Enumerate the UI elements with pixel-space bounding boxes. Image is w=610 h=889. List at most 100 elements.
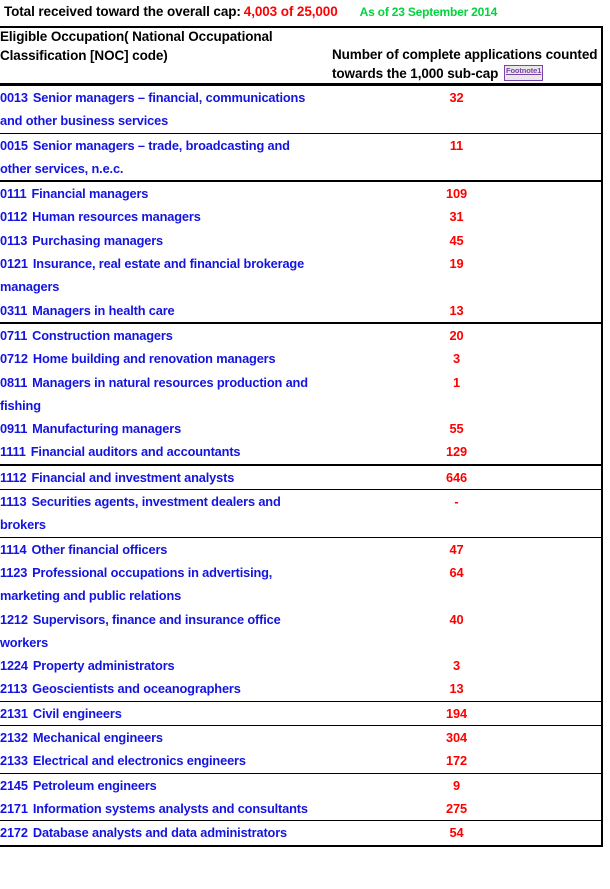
table-row: 0712 Home building and renovation manager… [0,347,603,371]
table-row: 0112 Human resources managers 31 [0,205,603,229]
column-header-count: Number of complete applications counted … [312,27,603,85]
occupation-cell: 2171 Information systems analysts and con… [0,796,312,822]
occupation-cell: 0911 Manufacturing managers [0,417,312,440]
application-count-cell: 129 [312,440,603,466]
table-row: 0711 Construction managers 20 [0,322,603,348]
occupation-title: Financial auditors and accountants [30,444,241,460]
occupation-cell: 0121 Insurance, real estate and financial… [0,252,312,299]
application-count-cell: 3 [312,347,603,371]
noc-code: 1113 [0,494,27,510]
column-header-occupation: Eligible Occupation( National Occupation… [0,29,273,63]
table-row: 0113 Purchasing managers 45 [0,228,603,253]
application-count-cell: 45 [312,228,603,253]
occupation-title: Mechanical engineers [32,730,163,746]
occupation-title: Information systems analysts and consult… [32,800,308,816]
column-header-count-text: Number of complete applications counted … [332,47,598,81]
noc-code: 0015 [0,137,28,153]
noc-code: 0112 [0,209,28,225]
application-count-cell: 54 [312,820,603,847]
application-count-cell: 40 [312,607,603,655]
occupation-title: Securities agents, investment dealers an… [0,494,281,533]
occupation-cell: 2113 Geoscientists and oceanographers [0,677,312,702]
occupation-cell: 1113 Securities agents, investment dealer… [0,489,312,538]
application-count-cell: 11 [312,133,603,183]
occupation-cell: 2145 Petroleum engineers [0,773,312,797]
occupation-cell: 1224 Property administrators [0,654,312,677]
application-count-cell: 13 [312,677,603,702]
application-count-cell: 3 [312,654,603,678]
noc-code: 1111 [0,444,26,460]
table-row: 1114 Other financial officers 47 [0,537,603,561]
occupation-cell: 2133 Electrical and electronics engineers [0,749,312,774]
occupation-title: Manufacturing managers [32,421,182,437]
table-row: 2131 Civil engineers 194 [0,701,603,727]
application-count-cell: 20 [312,322,603,348]
occupation-cell: 0112 Human resources managers [0,205,312,228]
application-count-cell: 47 [312,537,603,561]
noc-code: 0311 [0,302,28,318]
table-row: 1224 Property administrators 3 [0,654,603,678]
occupation-cell: 0711 Construction managers [0,323,312,347]
table-row: 1113 Securities agents, investment dealer… [0,489,603,538]
application-count-cell: 55 [312,417,603,441]
occupation-cell: 2131 Civil engineers [0,701,312,727]
cap-summary-total: 4,003 of 25,000 [243,4,338,19]
occupation-title: Electrical and electronics engineers [32,753,246,769]
noc-code: 2113 [0,681,28,697]
occupation-title: Supervisors, finance and insurance offic… [0,611,281,650]
application-count-cell: 1 [312,370,603,418]
noc-code: 0711 [0,327,28,343]
table-row: 2133 Electrical and electronics engineers… [0,749,603,774]
noc-code: 0121 [0,256,28,272]
noc-code: 0712 [0,351,28,367]
occupation-cell: 1123 Professional occupations in advertis… [0,561,312,608]
occupation-cell: 0311 Managers in health care [0,298,312,324]
noc-code: 2145 [0,777,28,793]
application-count-cell: 172 [312,749,603,774]
occupation-title: Professional occupations in advertising,… [0,564,273,604]
application-count-cell: 304 [312,725,603,750]
application-count-cell: 9 [312,773,603,797]
noc-code: 2131 [0,705,28,721]
table-row: 2145 Petroleum engineers 9 [0,773,603,797]
occupation-cell: 1111 Financial auditors and accountants [0,440,312,466]
table-row: 0013 Senior managers – financial, communi… [0,84,603,134]
occupation-cell: 0811 Managers in natural resources produc… [0,371,312,418]
occupation-cell: 0015 Senior managers – trade, broadcastin… [0,133,312,183]
table-header-row: Eligible Occupation( National Occupation… [0,27,603,85]
noc-code: 1114 [0,541,27,557]
footnote1-link[interactable]: Footnote1 [503,64,544,81]
noc-code: 1224 [0,658,28,674]
occupation-cell: 2132 Mechanical engineers [0,726,312,750]
occupation-cell: 0111 Financial managers [0,181,312,205]
table-row: 0311 Managers in health care 13 [0,298,603,324]
application-count-cell: 13 [312,298,603,324]
occupation-cell: 2172 Database analysts and data administr… [0,820,312,847]
occupation-title: Financial and investment analysts [31,469,235,485]
noc-code: 2132 [0,730,28,746]
noc-code: 0111 [0,186,27,202]
table-row: 2171 Information systems analysts and con… [0,796,603,822]
table-row: 0015 Senior managers – trade, broadcastin… [0,133,603,183]
noc-code: 2133 [0,753,28,769]
occupation-cell: 0712 Home building and renovation manager… [0,347,312,370]
occupation-cell: 1114 Other financial officers [0,537,312,561]
occupation-title: Financial managers [31,186,149,202]
occupation-title: Managers in health care [32,302,175,318]
occupation-title: Human resources managers [32,209,201,225]
occupation-title: Senior managers – trade, broadcasting an… [0,137,290,176]
occupation-cell: 1112 Financial and investment analysts [0,464,312,491]
table-row: 1212 Supervisors, finance and insurance o… [0,607,603,655]
noc-applications-table: Eligible Occupation( National Occupation… [0,26,603,847]
noc-code: 2171 [0,800,28,816]
occupation-title: Insurance, real estate and financial bro… [0,256,305,295]
application-count-cell: 19 [312,252,603,299]
table-row: 2132 Mechanical engineers 304 [0,725,603,750]
table-row: 1112 Financial and investment analysts 646 [0,464,603,491]
table-row: 2172 Database analysts and data administr… [0,820,603,847]
application-count-cell: 194 [312,701,603,727]
application-count-cell: 32 [312,84,603,134]
table-row: 2113 Geoscientists and oceanographers 13 [0,677,603,702]
occupation-title: Construction managers [32,327,173,343]
noc-code: 0113 [0,232,28,248]
